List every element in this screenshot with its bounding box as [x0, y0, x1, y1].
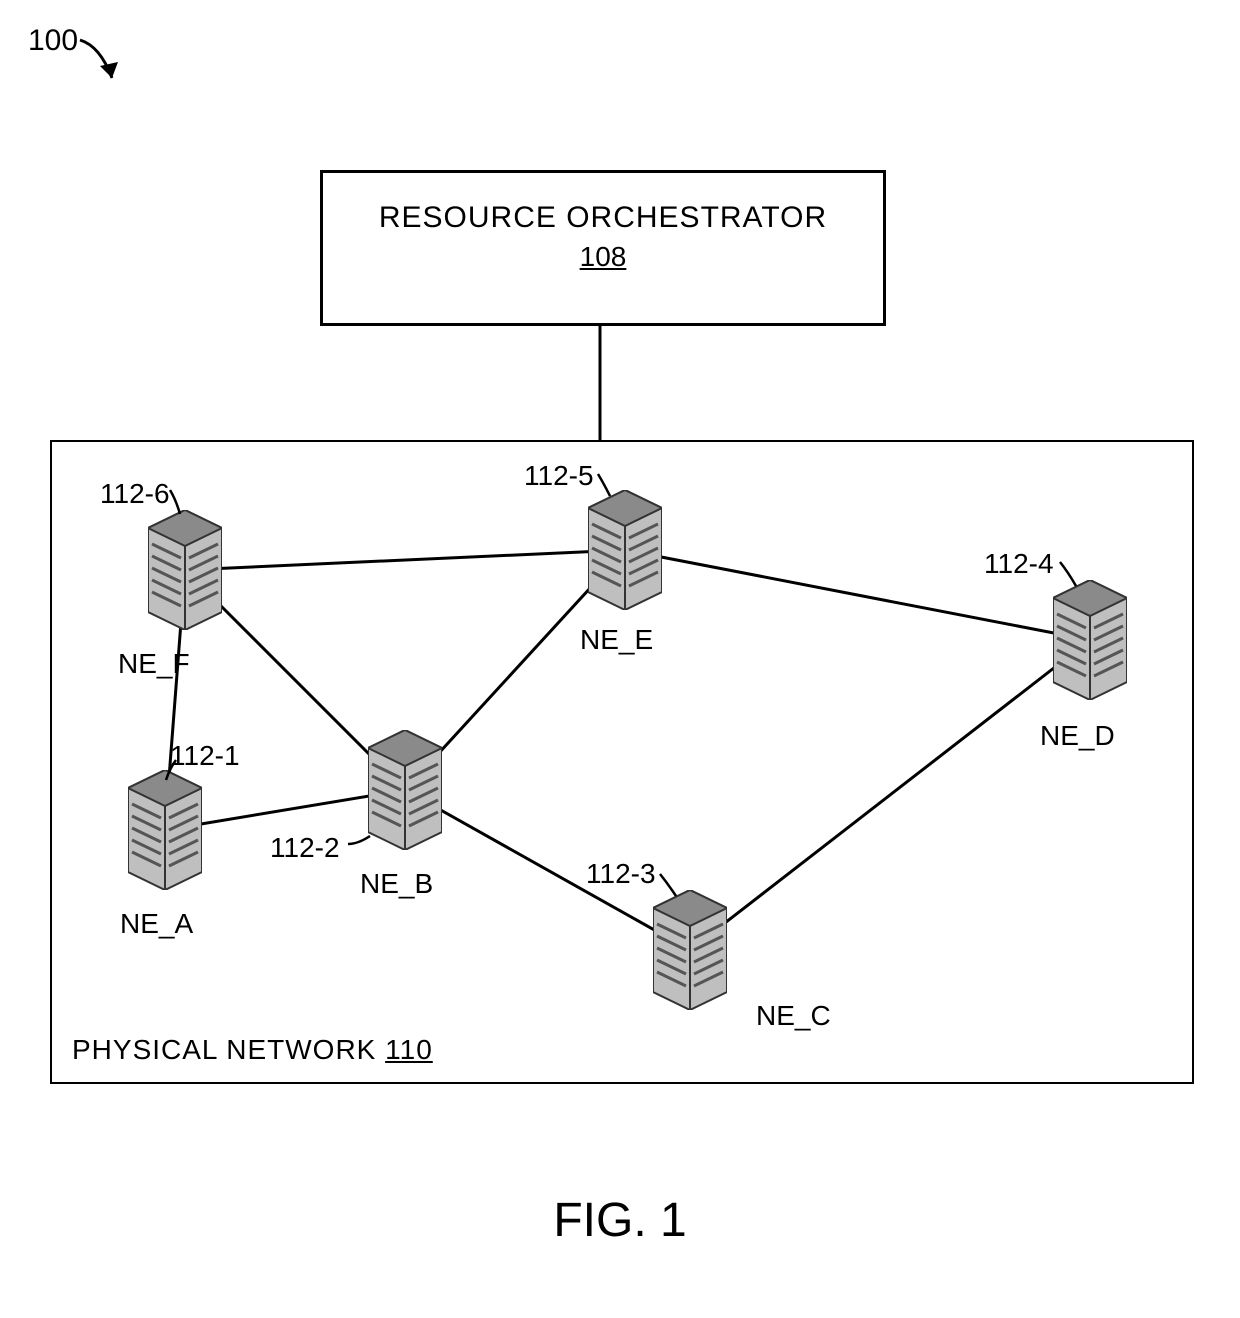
network-ref: 110: [385, 1034, 433, 1065]
network-title: PHYSICAL NETWORK 110: [72, 1034, 433, 1066]
network-label-text: PHYSICAL NETWORK: [72, 1034, 376, 1065]
node-c-name: NE_C: [756, 1000, 831, 1032]
node-b-name: NE_B: [360, 868, 433, 900]
orchestrator-title: RESOURCE ORCHESTRATOR: [323, 201, 883, 235]
server-icon: [128, 770, 202, 890]
node-e-ref: 112-5: [524, 460, 594, 492]
orchestrator-ref: 108: [323, 241, 883, 273]
node-f-ref: 112-6: [100, 478, 170, 510]
node-c-ref: 112-3: [586, 858, 656, 890]
system-ref-label: 100: [28, 24, 78, 58]
node-a-name: NE_A: [120, 908, 193, 940]
node-f-name: NE_F: [118, 648, 190, 680]
node-d-ref: 112-4: [984, 548, 1054, 580]
figure-caption: FIG. 1: [553, 1193, 686, 1248]
node-e-name: NE_E: [580, 624, 653, 656]
resource-orchestrator-box: RESOURCE ORCHESTRATOR 108: [320, 170, 886, 326]
server-icon: [1053, 580, 1127, 700]
server-icon: [653, 890, 727, 1010]
node-b-ref: 112-2: [270, 832, 340, 864]
server-icon: [368, 730, 442, 850]
node-d-name: NE_D: [1040, 720, 1115, 752]
server-icon: [148, 510, 222, 630]
diagram-canvas: 100 RESOURCE ORCHESTRATOR 108 PHYSICAL N…: [0, 0, 1240, 1318]
server-icon: [588, 490, 662, 610]
node-a-ref: 112-1: [170, 740, 240, 772]
